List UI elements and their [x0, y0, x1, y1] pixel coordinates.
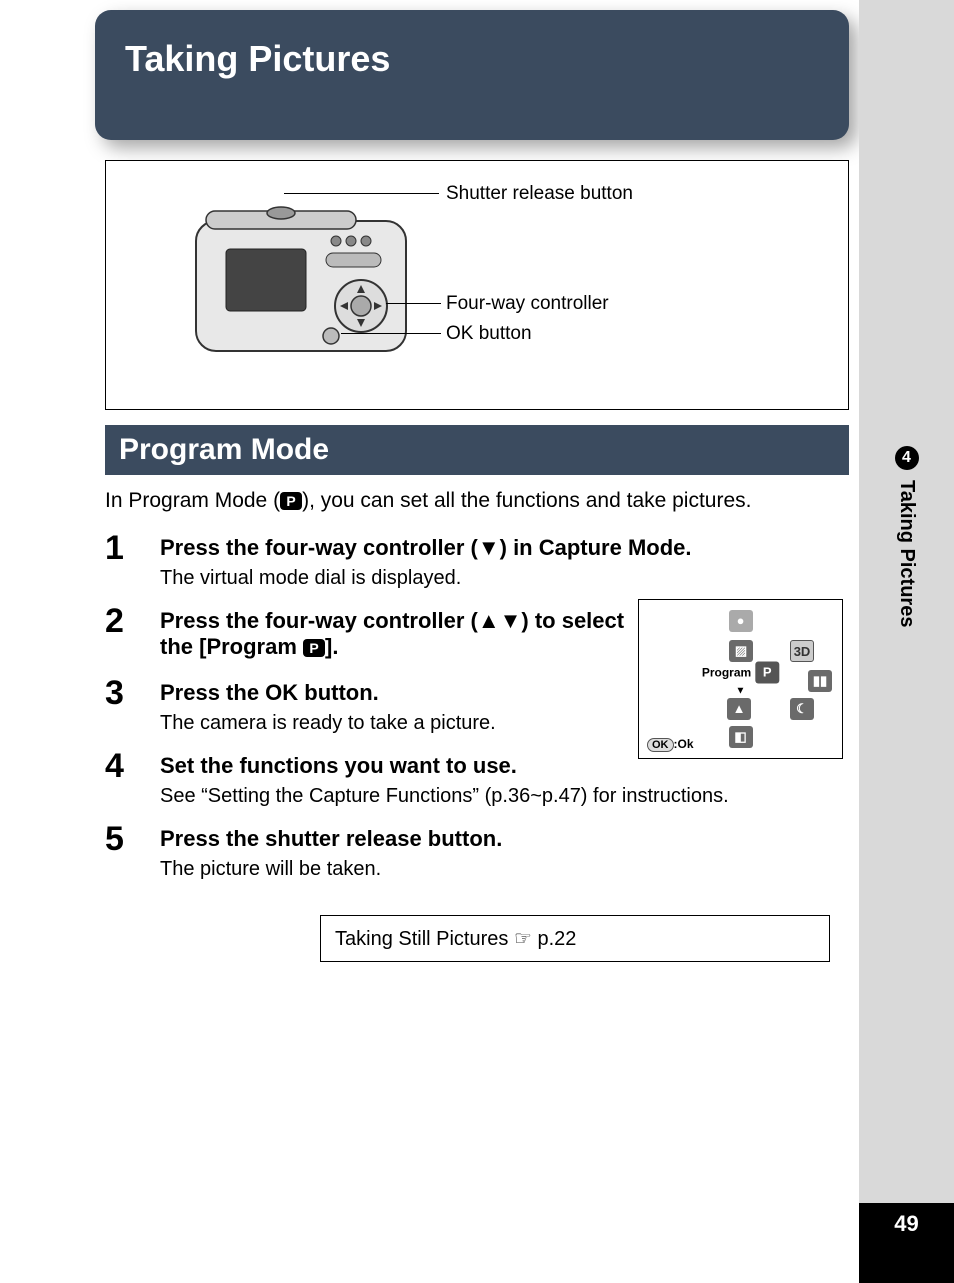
page-number: 49	[859, 1203, 954, 1283]
step-title: Press the four-way controller (▼) in Cap…	[160, 535, 849, 561]
mode-icon-3d: 3D	[790, 640, 814, 662]
mode-icon-movie: ▮▮	[808, 670, 832, 692]
section-heading: Program Mode	[105, 425, 849, 475]
camera-illustration	[186, 181, 426, 391]
mode-icon-bottom: ◧	[729, 726, 753, 748]
step-number: 5	[105, 822, 160, 856]
tab-label: Taking Pictures	[895, 480, 918, 627]
step-title: Press the shutter release button.	[160, 826, 849, 852]
step-title: Press the four-way controller (▲▼) to se…	[160, 608, 630, 660]
mode-icon-landscape: ▲	[727, 698, 751, 720]
mode-icon-night: ☾	[790, 698, 814, 720]
program-mode-icon: P	[280, 492, 302, 510]
step-1: 1 Press the four-way controller (▼) in C…	[105, 531, 849, 594]
step-desc: See “Setting the Capture Functions” (p.3…	[160, 785, 849, 808]
step-desc: The picture will be taken.	[160, 858, 849, 881]
program-mode-icon: P	[303, 639, 325, 657]
callout-shutter: Shutter release button	[446, 183, 633, 205]
callout-fourway: Four-way controller	[446, 293, 609, 315]
step-number: 4	[105, 749, 160, 783]
step-5: 5 Press the shutter release button. The …	[105, 822, 849, 885]
camera-diagram: Shutter release button Four-way controll…	[105, 160, 849, 410]
callout-ok: OK button	[446, 323, 532, 345]
mode-icon-scene: ▨	[729, 640, 753, 662]
tab-number: 4	[895, 446, 919, 470]
step-number: 3	[105, 676, 160, 710]
main-content: Taking Pictures	[0, 0, 859, 1283]
intro-text: In Program Mode (P), you can set all the…	[105, 489, 849, 513]
step-desc: The virtual mode dial is displayed.	[160, 567, 849, 590]
side-tab: 4 Taking Pictures 49	[859, 0, 954, 1283]
chapter-title: Taking Pictures	[125, 38, 819, 80]
lcd-ok-hint: OK:Ok	[647, 737, 694, 752]
step-number: 2	[105, 604, 160, 638]
lcd-mode-label: Program	[702, 666, 751, 680]
lcd-preview: ● ▨ 3D ▮▮ ☾ ▲ ◧ Program P ▼ OK:Ok	[638, 599, 843, 759]
cross-reference-box: Taking Still Pictures ☞ p.22	[320, 915, 830, 962]
step-number: 1	[105, 531, 160, 565]
mode-icon-top: ●	[729, 610, 753, 632]
thumb-tab: 4 Taking Pictures	[893, 446, 921, 627]
chapter-banner: Taking Pictures	[95, 10, 849, 140]
lcd-center-icon: P	[755, 662, 779, 684]
